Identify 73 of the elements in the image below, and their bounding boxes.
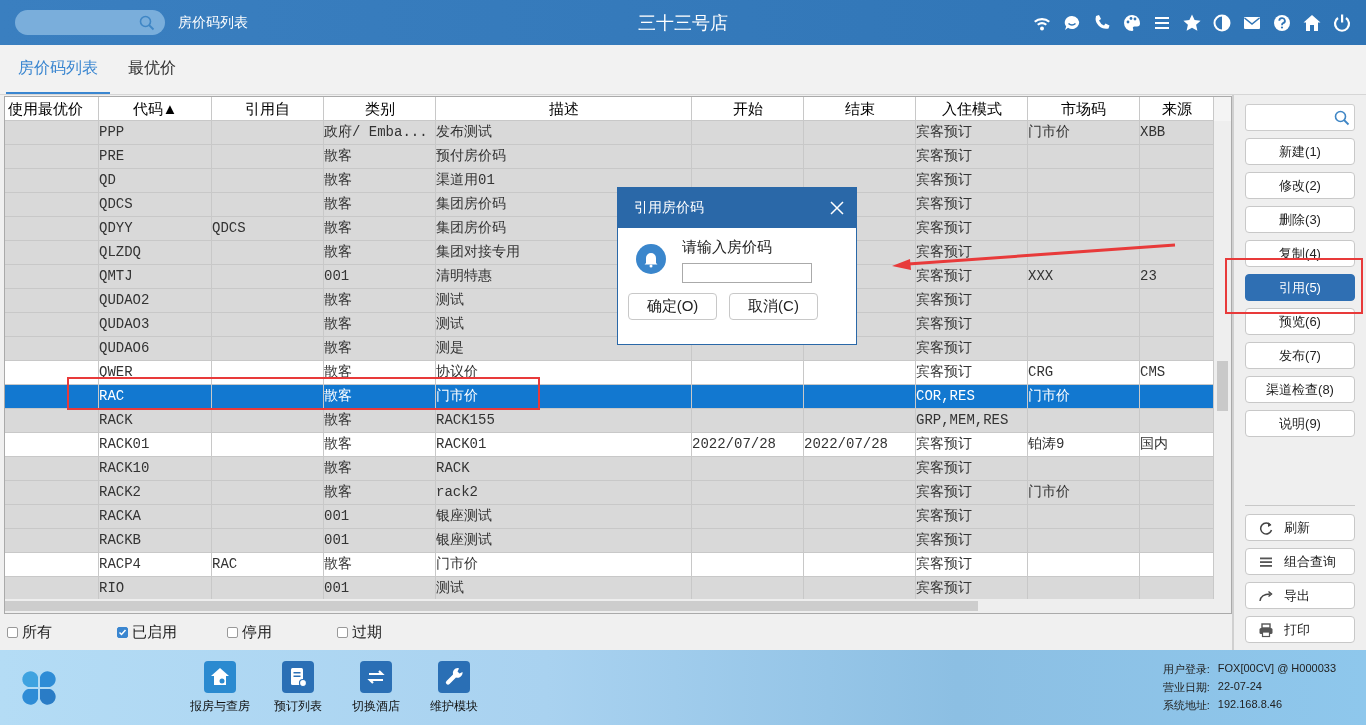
action-button[interactable]: 删除(3) bbox=[1245, 206, 1355, 233]
table-row[interactable]: RIO 001 测试 宾客预订 bbox=[5, 577, 1214, 601]
document-icon bbox=[282, 660, 314, 693]
table-row[interactable]: RACK10 散客 RACK 宾客预订 bbox=[5, 457, 1214, 481]
table-row[interactable]: QD 散客 渠道用01 宾客预订 bbox=[5, 169, 1214, 193]
home-icon[interactable] bbox=[1302, 12, 1322, 33]
search-field[interactable] bbox=[1245, 104, 1355, 131]
table-cell: RAC bbox=[99, 385, 212, 409]
help-icon[interactable] bbox=[1272, 12, 1292, 33]
house-icon bbox=[204, 660, 236, 693]
table-row[interactable]: RAC 散客 门市价 COR,RES 门市价 bbox=[5, 385, 1214, 409]
swap-arrows-icon bbox=[360, 660, 392, 693]
action-button[interactable]: 预览(6) bbox=[1245, 308, 1355, 335]
power-icon[interactable] bbox=[1332, 12, 1352, 33]
app-shortcut[interactable]: 报房与查房 bbox=[188, 660, 252, 715]
checkbox[interactable] bbox=[7, 626, 18, 638]
wrench-icon bbox=[438, 660, 470, 693]
search-icon bbox=[1334, 109, 1350, 126]
info-value: 22-07-24 bbox=[1217, 680, 1263, 694]
checkbox[interactable] bbox=[117, 626, 128, 638]
checkbox-label: 过期 bbox=[352, 622, 382, 642]
table-row[interactable]: QUDAO6 散客 测是 宾客预订 bbox=[5, 337, 1214, 361]
action-button[interactable]: 渠道检查(8) bbox=[1245, 376, 1355, 403]
checkbox-label: 停用 bbox=[242, 622, 272, 642]
table-row[interactable]: PPP 政府/ Emba... 发布测试 宾客预订 门市价 XBB bbox=[5, 121, 1214, 145]
palette-icon[interactable] bbox=[1122, 12, 1142, 33]
action-button[interactable]: 新建(1) bbox=[1245, 138, 1355, 165]
checkbox[interactable] bbox=[337, 626, 348, 638]
app-shortcut[interactable]: 预订列表 bbox=[266, 660, 330, 715]
close-icon bbox=[830, 201, 844, 215]
logo-icon bbox=[20, 668, 58, 707]
checkbox[interactable] bbox=[227, 626, 238, 638]
table-row[interactable]: RACKA 001 银座测试 宾客预订 bbox=[5, 505, 1214, 529]
table-row[interactable]: RACK01 散客 RACK01 2022/07/28 2022/07/28 宾客预订 铂涛9 国内 bbox=[5, 433, 1214, 457]
info-value: FOX[00CV] @ H000033 bbox=[1217, 662, 1336, 676]
table-row[interactable]: RACP4 RAC 散客 门市价 宾客预订 bbox=[5, 553, 1214, 577]
table-row[interactable]: RACK 散客 RACK155 GRP,MEM,RES bbox=[5, 409, 1214, 433]
refresh-icon bbox=[1258, 519, 1274, 536]
app-shortcut[interactable]: 维护模块 bbox=[422, 660, 486, 715]
toolbar-button[interactable]: 打印 bbox=[1245, 616, 1355, 643]
table-row[interactable]: PRE 散客 预付房价码 宾客预订 bbox=[5, 145, 1214, 169]
info-label: 用户登录: bbox=[1162, 662, 1210, 677]
half-circle-icon[interactable] bbox=[1212, 12, 1232, 33]
action-button[interactable]: 修改(2) bbox=[1245, 172, 1355, 199]
table-row[interactable]: RACK2 散客 rack2 宾客预订 门市价 bbox=[5, 481, 1214, 505]
tab[interactable]: 房价码列表 bbox=[6, 45, 110, 94]
info-value: 192.168.8.46 bbox=[1217, 698, 1284, 712]
table-cell: 散客 bbox=[324, 385, 436, 409]
bell-icon bbox=[636, 244, 666, 274]
printer-icon bbox=[1258, 621, 1274, 638]
table-row[interactable]: RACKB 001 银座测试 宾客预订 bbox=[5, 529, 1214, 553]
vertical-scrollbar[interactable] bbox=[1214, 121, 1231, 601]
toolbar-button[interactable]: 导出 bbox=[1245, 582, 1355, 609]
page-title: 房价码列表 bbox=[178, 13, 248, 32]
checkbox-label: 所有 bbox=[22, 622, 52, 642]
search-field[interactable] bbox=[15, 10, 165, 35]
horizontal-scrollbar[interactable] bbox=[5, 599, 1231, 613]
action-button[interactable]: 发布(7) bbox=[1245, 342, 1355, 369]
hotel-name: 三十三号店 bbox=[638, 12, 728, 33]
checkbox-label: 已启用 bbox=[132, 622, 177, 642]
dialog-button[interactable]: 取消(C) bbox=[729, 293, 818, 320]
app-shortcut[interactable]: 切换酒店 bbox=[344, 660, 408, 715]
search-icon bbox=[139, 14, 155, 31]
info-label: 系统地址: bbox=[1162, 698, 1210, 713]
input-field[interactable] bbox=[682, 263, 812, 283]
toolbar-button[interactable]: 刷新 bbox=[1245, 514, 1355, 541]
info-label: 营业日期: bbox=[1162, 680, 1210, 695]
tab[interactable]: 最优价 bbox=[116, 45, 188, 94]
close-button[interactable] bbox=[830, 201, 844, 215]
action-button[interactable]: 说明(9) bbox=[1245, 410, 1355, 437]
toolbar-button[interactable]: 组合查询 bbox=[1245, 548, 1355, 575]
action-button[interactable]: 引用(5) bbox=[1245, 274, 1355, 301]
dialog-button[interactable]: 确定(O) bbox=[628, 293, 717, 320]
